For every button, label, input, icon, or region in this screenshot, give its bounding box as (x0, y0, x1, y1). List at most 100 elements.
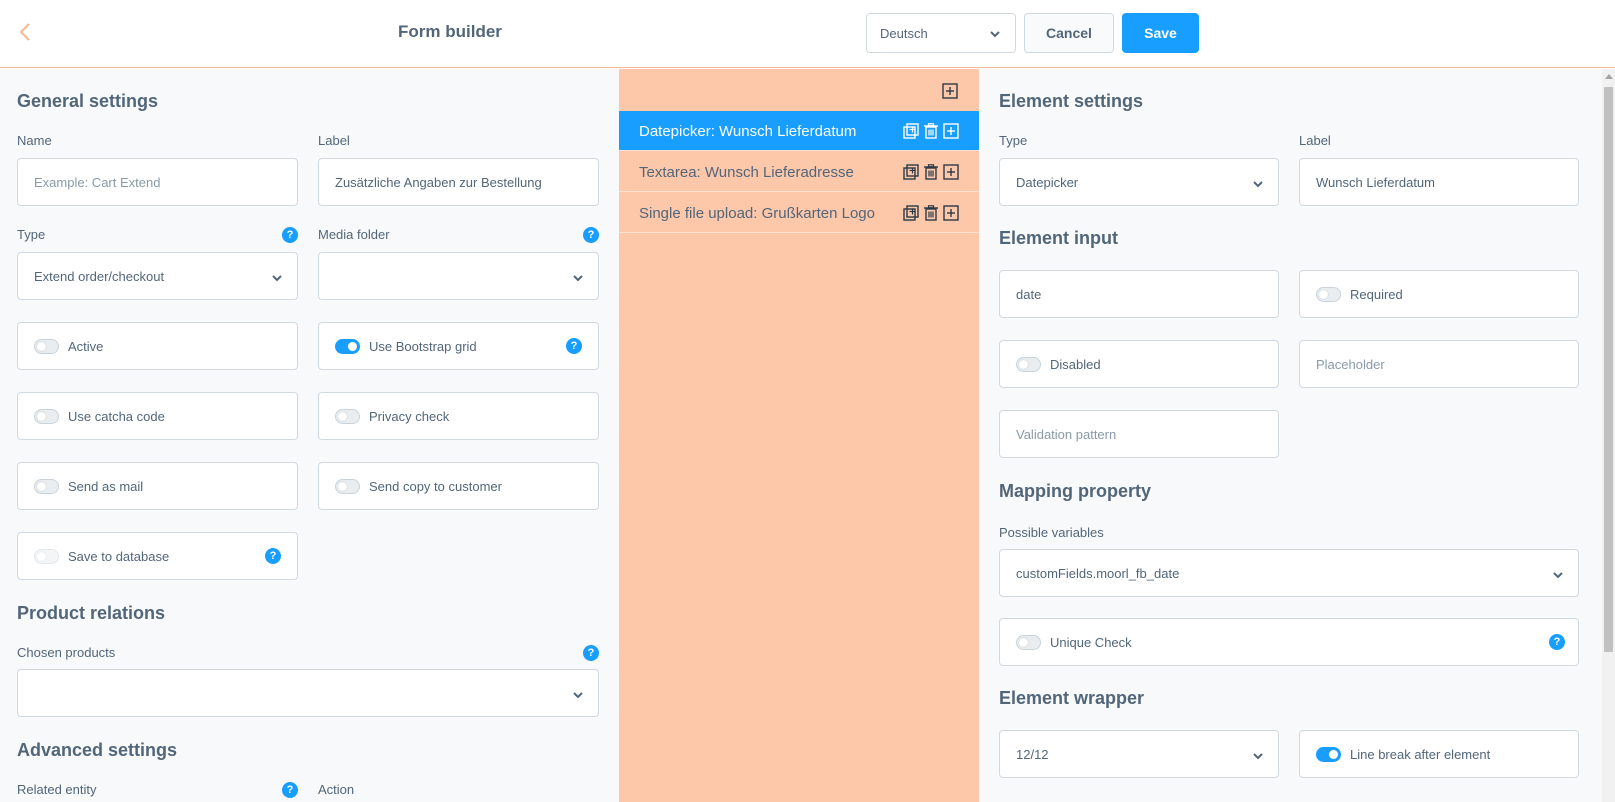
vertical-scrollbar[interactable] (1602, 69, 1615, 802)
media-folder-label: Media folder (318, 227, 390, 242)
send-copy-toggle-field[interactable]: Send copy to customer (318, 462, 599, 510)
element-input-field[interactable]: date (999, 270, 1279, 318)
chevron-down-icon (271, 272, 283, 287)
send-mail-toggle[interactable] (34, 479, 59, 494)
cancel-button[interactable]: Cancel (1024, 13, 1114, 53)
media-folder-help-question-icon[interactable]: ? (583, 227, 599, 243)
plus-square-icon[interactable] (943, 164, 959, 180)
element-label-value: Wunsch Lieferdatum (1316, 175, 1435, 190)
placeholder-placeholder: Placeholder (1316, 357, 1385, 372)
label-label: Label (318, 133, 350, 148)
advanced-settings-title: Advanced settings (17, 740, 178, 760)
save-database-help-question-icon[interactable]: ? (265, 548, 281, 564)
label-input[interactable]: Zusätzliche Angaben zur Bestellung (318, 158, 599, 206)
mapping-property-title: Mapping property (999, 481, 1151, 501)
back-chevron-left-icon[interactable] (16, 20, 34, 44)
unique-check-help-question-icon[interactable]: ? (1549, 634, 1565, 650)
page-title: Form builder (398, 22, 502, 41)
related-entity-label: Related entity (17, 782, 97, 797)
catcha-toggle[interactable] (34, 409, 59, 424)
line-break-toggle[interactable] (1316, 747, 1341, 762)
element-input-value: date (1016, 287, 1042, 302)
validation-pattern-input[interactable]: Validation pattern (999, 410, 1279, 458)
save-button[interactable]: Save (1122, 13, 1199, 53)
required-toggle[interactable] (1316, 287, 1341, 302)
bootstrap-grid-label: Use Bootstrap grid (369, 339, 477, 354)
duplicate-icon[interactable] (903, 123, 919, 139)
chevron-down-icon (572, 272, 584, 287)
element-row[interactable]: Single file upload: Grußkarten Logo (619, 193, 979, 233)
type-help-question-icon[interactable]: ? (282, 227, 298, 243)
product-relations-title: Product relations (17, 603, 166, 623)
duplicate-icon[interactable] (903, 205, 919, 221)
scroll-up-arrow-icon[interactable] (1605, 74, 1613, 79)
element-row-actions (903, 205, 961, 223)
line-break-toggle-field[interactable]: Line break after element (1299, 730, 1579, 778)
chosen-products-label: Chosen products (17, 645, 116, 660)
name-label: Name (17, 133, 52, 148)
trash-icon[interactable] (923, 164, 939, 180)
save-database-toggle-field[interactable]: Save to database ? (17, 532, 298, 580)
related-entity-help-question-icon[interactable]: ? (282, 782, 298, 798)
required-label: Required (1350, 287, 1403, 302)
general-settings-panel: General settings Name Example: Cart Exte… (0, 69, 619, 802)
disabled-toggle[interactable] (1016, 357, 1041, 372)
trash-icon[interactable] (923, 205, 939, 221)
placeholder-input[interactable]: Placeholder (1299, 340, 1579, 388)
disabled-toggle-field[interactable]: Disabled (999, 340, 1279, 388)
required-toggle-field[interactable]: Required (1299, 270, 1579, 318)
disabled-label: Disabled (1050, 357, 1101, 372)
element-row[interactable]: Datepicker: Wunsch Lieferdatum (619, 111, 979, 151)
elements-panel: Datepicker: Wunsch Lieferdatum Textarea:… (619, 69, 979, 802)
trash-icon[interactable] (923, 123, 939, 139)
send-mail-toggle-field[interactable]: Send as mail (17, 462, 298, 510)
privacy-toggle-field[interactable]: Privacy check (318, 392, 599, 440)
possible-variables-label: Possible variables (999, 525, 1104, 540)
element-row[interactable]: Textarea: Wunsch Lieferadresse (619, 152, 979, 192)
active-toggle-field[interactable]: Active (17, 322, 298, 370)
send-mail-label: Send as mail (68, 479, 144, 494)
duplicate-icon[interactable] (903, 164, 919, 180)
privacy-label: Privacy check (369, 409, 450, 424)
chevron-down-icon (1252, 750, 1264, 765)
chosen-products-help-question-icon[interactable]: ? (583, 645, 599, 661)
unique-check-toggle[interactable] (1016, 635, 1041, 650)
name-placeholder: Example: Cart Extend (34, 175, 161, 190)
action-label: Action (318, 782, 355, 797)
type-select[interactable]: Extend order/checkout (17, 252, 298, 300)
unique-check-toggle-field[interactable]: Unique Check ? (999, 618, 1579, 666)
type-select-value: Extend order/checkout (34, 269, 165, 284)
media-folder-select[interactable] (318, 252, 599, 300)
element-settings-title: Element settings (999, 91, 1144, 111)
catcha-toggle-field[interactable]: Use catcha code (17, 392, 298, 440)
element-label-input[interactable]: Wunsch Lieferdatum (1299, 158, 1579, 206)
send-copy-toggle[interactable] (335, 479, 360, 494)
element-row-label: Single file upload: Grußkarten Logo (639, 205, 875, 222)
bootstrap-grid-toggle[interactable] (335, 339, 360, 354)
save-database-toggle[interactable] (34, 549, 59, 564)
scrollbar-thumb[interactable] (1604, 87, 1613, 652)
plus-square-icon[interactable] (943, 123, 959, 139)
chevron-down-icon (989, 28, 1001, 43)
type-label: Type (17, 227, 46, 242)
element-type-select[interactable]: Datepicker (999, 158, 1279, 206)
bootstrap-help-question-icon[interactable]: ? (566, 338, 582, 354)
active-toggle[interactable] (34, 339, 59, 354)
name-input[interactable]: Example: Cart Extend (17, 158, 298, 206)
language-select[interactable]: Deutsch (866, 13, 1016, 53)
element-row-actions (903, 164, 961, 182)
bootstrap-grid-toggle-field[interactable]: Use Bootstrap grid ? (318, 322, 599, 370)
add-element-plus-square-icon[interactable] (942, 83, 958, 104)
send-copy-label: Send copy to customer (369, 479, 502, 494)
general-settings-title: General settings (17, 91, 159, 111)
privacy-toggle[interactable] (335, 409, 360, 424)
possible-variables-select[interactable]: customFields.moorl_fb_date (999, 549, 1579, 597)
chosen-products-select[interactable] (17, 669, 599, 717)
plus-square-icon[interactable] (943, 205, 959, 221)
wrapper-width-select[interactable]: 12/12 (999, 730, 1279, 778)
element-type-value: Datepicker (1016, 175, 1079, 190)
element-row-actions (903, 123, 961, 141)
line-break-label: Line break after element (1350, 747, 1491, 762)
label-input-value: Zusätzliche Angaben zur Bestellung (335, 175, 542, 190)
save-database-label: Save to database (68, 549, 170, 564)
